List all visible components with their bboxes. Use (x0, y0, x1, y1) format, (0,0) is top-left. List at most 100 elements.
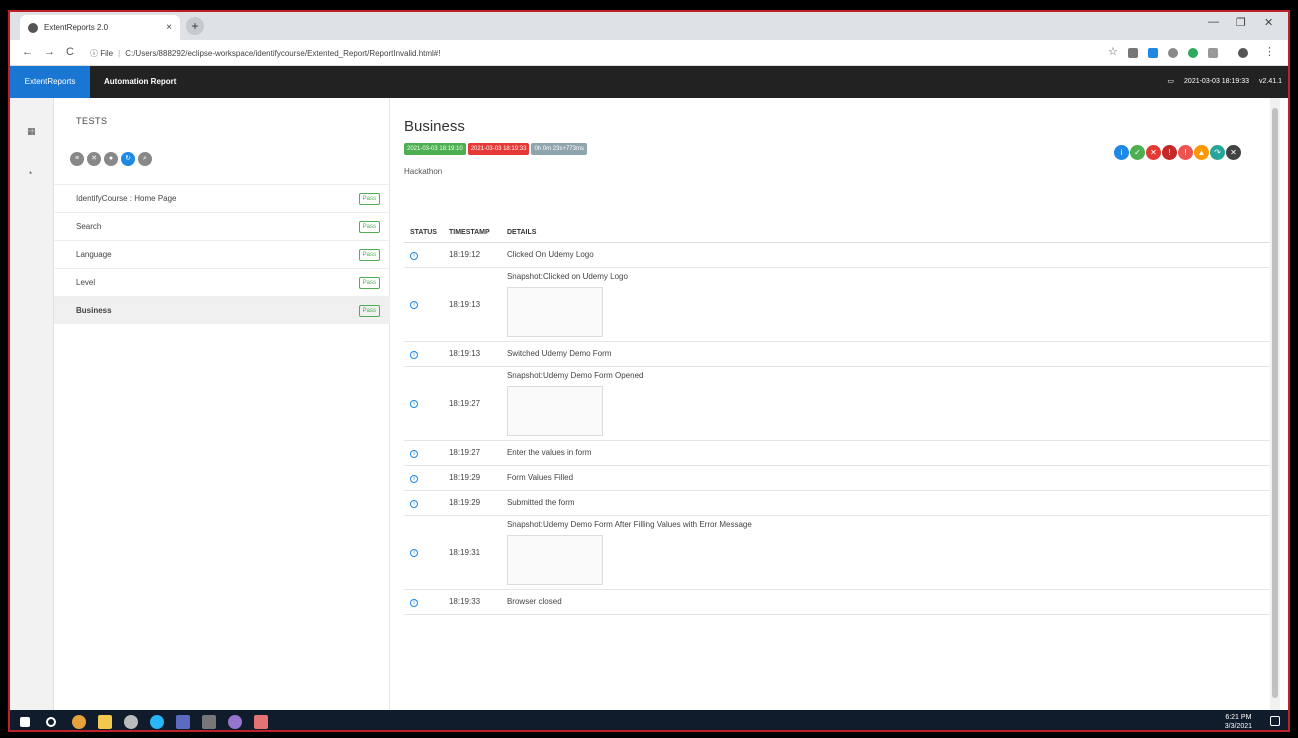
clock-time: 6:21 PM (1225, 714, 1252, 721)
brand-logo[interactable]: ExtentReports (10, 66, 90, 98)
bookmark-star-icon[interactable]: ☆ (1108, 45, 1118, 58)
profile-icon[interactable] (1238, 48, 1248, 58)
dashboard-grid-icon[interactable]: ▦ (27, 126, 37, 136)
cortana-icon[interactable] (46, 717, 56, 727)
category-label: Hackathon (404, 167, 443, 176)
reload-button[interactable]: C (66, 46, 74, 58)
warning-status-icon[interactable]: ▲ (1194, 145, 1209, 160)
globe-icon (28, 22, 38, 33)
windows-start-icon[interactable] (20, 717, 30, 727)
forward-button[interactable]: → (44, 46, 55, 58)
info-icon: i (410, 549, 418, 557)
extension-icon[interactable] (1208, 48, 1218, 58)
test-item-business[interactable]: Business Pass (54, 296, 390, 324)
edge-icon[interactable] (150, 715, 164, 729)
snapshot-label: Snapshot:Udemy Demo Form After Filling V… (506, 519, 752, 529)
monitor-icon: ▭ (1167, 78, 1175, 85)
skip-status-icon[interactable]: ↷ (1210, 145, 1225, 160)
test-item-level[interactable]: Level Pass (54, 268, 390, 296)
report-navbar: ExtentReports Automation Report ▭ 2021-0… (10, 66, 1288, 98)
extension-icon[interactable] (1188, 48, 1198, 58)
filter-category-icon[interactable]: ● (104, 152, 118, 166)
close-window-icon[interactable]: ✕ (1264, 16, 1273, 29)
test-name: IdentifyCourse : Home Page (76, 194, 177, 203)
filter-status-icon[interactable]: ≡ (70, 152, 84, 166)
time-badges: 2021-03-03 18:19:10 2021-03-03 18:19:33 … (404, 143, 587, 155)
info-status-icon[interactable]: i (1114, 145, 1129, 160)
eclipse-icon[interactable] (124, 715, 138, 729)
start-time-badge: 2021-03-03 18:19:10 (404, 143, 466, 155)
file-explorer-icon[interactable] (98, 715, 112, 729)
system-clock[interactable]: 6:21 PM 3/3/2021 (1225, 713, 1252, 730)
fail-status-icon[interactable]: ✕ (1146, 145, 1161, 160)
site-info-icon[interactable]: ⓘ File (90, 48, 113, 59)
menu-icon[interactable]: ⋮ (1264, 45, 1275, 58)
url-field[interactable]: ⓘ File | C:/Users/888292/eclipse-workspa… (90, 43, 1090, 63)
snapshot-thumbnail[interactable] (506, 385, 603, 436)
log-header-row: STATUS TIMESTAMP DETAILS (404, 224, 1270, 243)
log-row: i 18:19:27 Enter the values in form (404, 440, 1270, 466)
extension-icon[interactable] (1128, 48, 1138, 58)
fatal-status-icon[interactable]: ! (1162, 145, 1177, 160)
log-details: Browser closed (500, 589, 1270, 615)
side-nav: ▦ ◔ (10, 98, 54, 710)
pie-chart-icon[interactable]: ◔ (27, 168, 37, 178)
chrome-icon[interactable] (72, 715, 86, 729)
status-badge: Pass (358, 304, 380, 317)
log-row: i 18:19:29 Submitted the form (404, 490, 1270, 516)
log-details: Enter the values in form (500, 440, 1270, 466)
test-item-search[interactable]: Search Pass (54, 212, 390, 240)
column-header: DETAILS (500, 224, 1270, 243)
log-timestamp: 18:19:13 (442, 267, 501, 342)
teams-icon[interactable] (176, 715, 190, 729)
close-tab-icon[interactable]: × (166, 22, 172, 33)
test-item-home-page[interactable]: IdentifyCourse : Home Page Pass (54, 184, 390, 212)
log-status: i (404, 242, 443, 268)
browser-window: ExtentReports 2.0 × + — ❐ ✕ ← → C ⓘ File… (8, 10, 1290, 732)
error-status-icon[interactable]: ! (1178, 145, 1193, 160)
log-timestamp: 18:19:27 (442, 366, 501, 441)
snapshot-thumbnail[interactable] (506, 286, 603, 337)
pass-status-icon[interactable]: ✓ (1130, 145, 1145, 160)
app-icon[interactable] (254, 715, 268, 729)
extension-icon[interactable] (1148, 48, 1158, 58)
filter-fail-icon[interactable]: ✕ (87, 152, 101, 166)
search-icon[interactable]: ⌕ (138, 152, 152, 166)
info-icon: i (410, 499, 418, 508)
windows-taskbar: 6:21 PM 3/3/2021 (10, 710, 1288, 730)
log-timestamp: 18:19:33 (442, 589, 501, 615)
back-button[interactable]: ← (22, 46, 33, 58)
scrollbar-thumb[interactable] (1272, 108, 1278, 698)
log-row: i 18:19:31 Snapshot:Udemy Demo Form After … (404, 515, 1270, 590)
scrollbar[interactable] (1270, 98, 1280, 710)
browser-tab[interactable]: ExtentReports 2.0 × (20, 15, 180, 40)
log-status: i (404, 465, 443, 491)
column-header: STATUS (404, 224, 443, 243)
extension-icon[interactable] (1168, 48, 1178, 58)
url-separator: | (118, 48, 121, 58)
app-icon[interactable] (228, 715, 242, 729)
log-status: i (404, 589, 443, 615)
notifications-icon[interactable] (1270, 716, 1280, 726)
info-icon: i (410, 474, 418, 483)
address-bar: ← → C ⓘ File | C:/Users/888292/eclipse-w… (10, 40, 1288, 66)
test-title: Business (404, 118, 465, 135)
tab-strip: ExtentReports 2.0 × + — ❐ ✕ (10, 12, 1288, 40)
duration-badge: 0h 0m 23s+773ms (531, 143, 587, 155)
log-status: i (404, 490, 443, 516)
clear-filter-icon[interactable]: ↻ (121, 152, 135, 166)
info-icon: i (410, 350, 418, 359)
terminal-icon[interactable] (202, 715, 216, 729)
log-row: i 18:19:33 Browser closed (404, 589, 1270, 615)
test-list: IdentifyCourse : Home Page Pass Search P… (54, 184, 390, 324)
new-tab-button[interactable]: + (186, 17, 204, 35)
minimize-icon[interactable]: — (1208, 16, 1219, 28)
test-name: Language (76, 250, 112, 259)
report-meta: ▭ 2021-03-03 18:19:33 v2.41.1 (1167, 66, 1282, 98)
snapshot-thumbnail[interactable] (506, 534, 603, 585)
test-item-language[interactable]: Language Pass (54, 240, 390, 268)
maximize-icon[interactable]: ❐ (1236, 16, 1246, 29)
status-badge: Pass (358, 276, 380, 289)
clear-status-icon[interactable]: ✕ (1226, 145, 1241, 160)
url-text: C:/Users/888292/eclipse-workspace/identi… (125, 48, 441, 58)
